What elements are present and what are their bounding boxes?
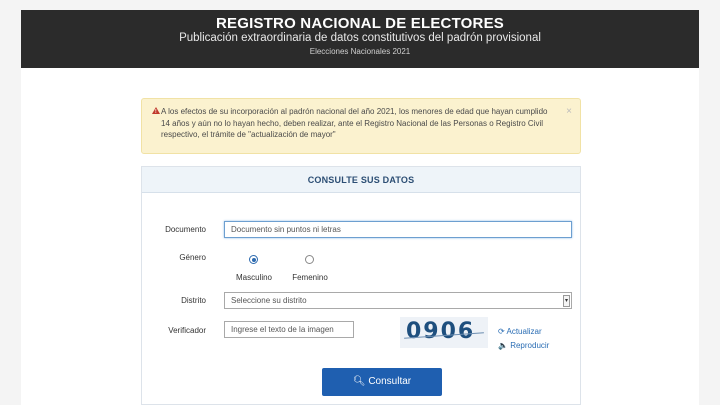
chevron-down-icon: ▾ xyxy=(563,295,570,307)
form-heading: CONSULTE SUS DATOS xyxy=(142,167,580,193)
actualizar-link[interactable]: ⟳ Actualizar xyxy=(498,327,542,336)
page-caption: Elecciones Nacionales 2021 xyxy=(309,47,411,56)
captcha-image: 0906 xyxy=(400,317,488,348)
distrito-select[interactable]: Seleccione su distrito ▾ xyxy=(224,292,572,309)
documento-label: Documento xyxy=(165,225,206,234)
actualizar-label: Actualizar xyxy=(506,327,542,336)
info-alert: A los efectos de su incorporación al pad… xyxy=(141,98,581,154)
page-title: REGISTRO NACIONAL DE ELECTORES xyxy=(216,15,504,32)
consultar-button[interactable]: 🔍︎ Consultar xyxy=(322,368,442,396)
consulta-form: CONSULTE SUS DATOS Documento Documento s… xyxy=(141,166,581,405)
femenino-label: Femenino xyxy=(292,273,328,282)
search-icon: 🔍︎ xyxy=(352,376,366,387)
warning-icon xyxy=(152,107,160,119)
speaker-icon: 🔈 xyxy=(498,341,508,350)
close-icon[interactable]: × xyxy=(566,106,572,118)
page: REGISTRO NACIONAL DE ELECTORES Publicaci… xyxy=(21,10,699,405)
reproducir-link[interactable]: 🔈 Reproducir xyxy=(498,341,549,350)
reproducir-label: Reproducir xyxy=(510,341,550,350)
refresh-icon: ⟳ xyxy=(498,327,505,336)
masculino-label: Masculino xyxy=(235,273,272,282)
genero-label: Género xyxy=(179,253,206,262)
consultar-label: Consultar xyxy=(368,376,412,387)
distrito-label: Distrito xyxy=(181,296,206,305)
verificador-input[interactable]: Ingrese el texto de la imagen xyxy=(224,321,354,338)
verificador-label: Verificador xyxy=(168,326,206,335)
header-banner: REGISTRO NACIONAL DE ELECTORES Publicaci… xyxy=(21,10,699,68)
page-subtitle: Publicación extraordinaria de datos cons… xyxy=(179,32,541,44)
femenino-radio[interactable] xyxy=(305,255,314,264)
distrito-value: Seleccione su distrito xyxy=(231,296,307,305)
captcha-text: 0906 xyxy=(406,319,476,344)
documento-input[interactable]: Documento sin puntos ni letras xyxy=(224,221,572,238)
masculino-radio[interactable] xyxy=(249,255,258,264)
alert-text: A los efectos de su incorporación al pad… xyxy=(161,107,548,139)
